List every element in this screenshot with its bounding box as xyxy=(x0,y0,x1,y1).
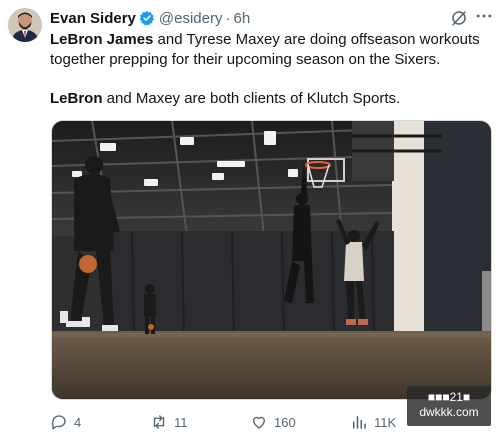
verified-badge-icon[interactable] xyxy=(139,10,155,26)
watermark-line-1: ■■■21■ xyxy=(427,390,471,404)
reply-button[interactable]: 4 xyxy=(50,413,81,431)
like-icon xyxy=(253,416,265,429)
more-icon[interactable] xyxy=(474,6,494,26)
author-handle[interactable]: @esidery xyxy=(159,10,223,27)
repost-icon xyxy=(153,415,165,429)
mention-lebron: LeBron xyxy=(50,90,103,107)
reply-count: 4 xyxy=(74,414,82,430)
gym-scene-image xyxy=(52,121,491,399)
grok-icon[interactable] xyxy=(450,9,468,27)
author-name[interactable]: Evan Sidery xyxy=(50,10,136,27)
like-button[interactable]: 160 xyxy=(250,413,296,431)
tweet-video[interactable] xyxy=(51,120,492,400)
separator-dot: · xyxy=(225,9,231,27)
tweet-timestamp[interactable]: 6h xyxy=(233,10,250,27)
like-count: 160 xyxy=(274,414,296,430)
repost-count: 11 xyxy=(174,414,188,430)
views-icon xyxy=(353,416,366,429)
watermark-line-2: dwkkk.com xyxy=(419,405,479,419)
watermark: ■■■21■ dwkkk.com xyxy=(407,386,491,426)
author-avatar[interactable] xyxy=(8,8,42,42)
reply-icon xyxy=(51,415,66,430)
mention-lebron-james: LeBron James xyxy=(50,31,154,48)
tweet-text-paragraph-2: LeBron and Maxey are both clients of Klu… xyxy=(50,89,490,109)
views-button[interactable]: 11K xyxy=(350,413,396,431)
paragraph-2-text: and Maxey are both clients of Klutch Spo… xyxy=(102,90,401,107)
tweet-card[interactable]: Evan Sidery @esidery · 6h LeBron James a… xyxy=(0,0,500,440)
tweet-header: Evan Sidery @esidery · 6h xyxy=(50,8,250,28)
tweet-text-paragraph-1: LeBron James and Tyrese Maxey are doing … xyxy=(50,30,490,70)
views-count: 11K xyxy=(374,414,397,430)
repost-button[interactable]: 11 xyxy=(150,413,188,431)
